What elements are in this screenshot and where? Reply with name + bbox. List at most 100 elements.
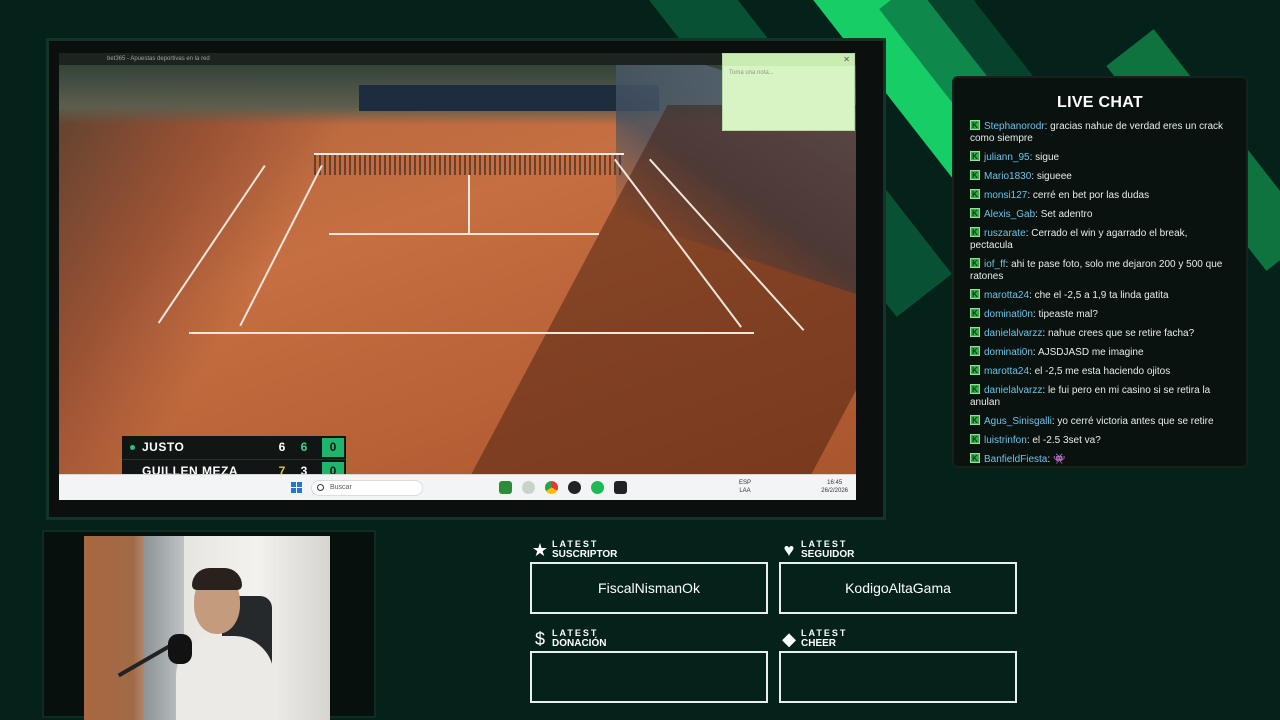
chat-username[interactable]: Mario1830 bbox=[984, 171, 1031, 182]
scoreboard: JUSTO 6 6 0 GUILLEN MEZA 7 3 0 bbox=[122, 436, 346, 474]
latest-value-box bbox=[779, 651, 1017, 703]
browser-tab-title[interactable]: bet365 - Apuestas deportivas en la red bbox=[107, 56, 210, 62]
sticky-note-header[interactable] bbox=[723, 54, 854, 66]
chat-text: tipeaste mal? bbox=[1038, 309, 1098, 320]
chat-username[interactable]: marotta24 bbox=[984, 366, 1029, 377]
chrome-icon[interactable] bbox=[545, 481, 558, 494]
chat-username[interactable]: Alexis_Gab bbox=[984, 209, 1035, 220]
kick-badge-icon bbox=[970, 365, 980, 377]
chat-message: marotta24: el -2,5 me esta haciendo ojit… bbox=[970, 365, 1232, 378]
chat-message: danielalvarzz: le fui pero en mi casino … bbox=[970, 384, 1232, 409]
chat-username[interactable]: ruszarate bbox=[984, 228, 1026, 239]
latest-label: SUSCRIPTOR bbox=[552, 549, 618, 560]
kick-badge-icon bbox=[970, 384, 980, 396]
kick-badge-icon bbox=[970, 120, 980, 132]
chat-username[interactable]: dominati0n bbox=[984, 309, 1033, 320]
app-green-icon[interactable] bbox=[499, 481, 512, 494]
clock-date: 26/2/2026 bbox=[821, 488, 848, 494]
windows-start-icon[interactable] bbox=[291, 482, 303, 494]
kick-badge-icon bbox=[970, 327, 980, 339]
sticky-note-input[interactable]: Toma una nota... bbox=[723, 66, 854, 80]
latest-donacion-widget: $ LATEST DONACIÓN bbox=[530, 629, 768, 703]
taskbar-clock[interactable]: 16:45 26/2/2026 bbox=[821, 479, 848, 495]
chat-text: yo cerré victoria antes que se retire bbox=[1057, 416, 1214, 427]
kick-badge-icon bbox=[970, 346, 980, 358]
chat-username[interactable]: Stephanorodr bbox=[984, 121, 1045, 132]
kick-badge-icon bbox=[970, 258, 980, 270]
scoreboard-row: JUSTO 6 6 0 bbox=[122, 436, 346, 459]
chat-username[interactable]: danielalvarzz bbox=[984, 385, 1042, 396]
scoreboard-row: GUILLEN MEZA 7 3 0 bbox=[122, 459, 346, 474]
kick-badge-icon bbox=[970, 434, 980, 446]
obs-icon[interactable] bbox=[568, 481, 581, 494]
chat-username[interactable]: luistrinfon bbox=[984, 435, 1027, 446]
center-service-line bbox=[468, 175, 470, 233]
streamer-hair bbox=[192, 568, 242, 590]
latest-word: LATEST bbox=[552, 539, 599, 549]
language-indicator[interactable]: ESP LAA bbox=[739, 479, 751, 495]
chat-text: sigue bbox=[1035, 152, 1060, 163]
chat-text: AJSDJASD me imagine bbox=[1037, 347, 1144, 358]
app-dark-icon[interactable] bbox=[614, 481, 627, 494]
close-icon[interactable]: ✕ bbox=[843, 55, 850, 64]
chat-username[interactable]: danielalvarzz bbox=[984, 328, 1042, 339]
search-icon bbox=[317, 484, 324, 491]
set2-score: 6 bbox=[300, 440, 308, 454]
latest-suscriptor-widget: ★ LATEST SUSCRIPTOR FiscalNismanOk bbox=[530, 540, 768, 614]
microphone bbox=[168, 634, 192, 664]
screen-capture-frame: bet365 - Apuestas deportivas en la red J… bbox=[46, 38, 886, 520]
chat-message: dominati0n: tipeaste mal? bbox=[970, 308, 1232, 321]
taskbar-search[interactable]: Buscar bbox=[311, 480, 423, 496]
chat-message: monsi127: cerré en bet por las dudas bbox=[970, 189, 1232, 202]
latest-label: SEGUIDOR bbox=[801, 549, 855, 560]
chat-message: dominati0n: AJSDJASD me imagine bbox=[970, 346, 1232, 359]
chat-message: BanfieldFiesta: 👾 bbox=[970, 453, 1232, 466]
court-surroundings bbox=[59, 65, 359, 474]
chat-message: marotta24: che el -2,5 a 1,9 ta linda ga… bbox=[970, 289, 1232, 302]
kick-badge-icon bbox=[970, 415, 980, 427]
kick-badge-icon bbox=[970, 151, 980, 163]
live-chat-panel: LIVE CHAT Stephanorodr: gracias nahue de… bbox=[952, 76, 1248, 468]
chat-message: Agus_Sinisgalli: yo cerré victoria antes… bbox=[970, 415, 1232, 428]
taskbar-search-label: Buscar bbox=[330, 484, 352, 491]
whatsapp-icon[interactable] bbox=[522, 481, 535, 494]
heart-icon: ♥ bbox=[783, 540, 795, 560]
baseline bbox=[189, 332, 754, 334]
latest-value-box bbox=[530, 651, 768, 703]
kick-badge-icon bbox=[970, 189, 980, 201]
latest-seguidor-widget: ♥ LATEST SEGUIDOR KodigoAltaGama bbox=[779, 540, 1017, 614]
spotify-icon[interactable] bbox=[591, 481, 604, 494]
latest-word: LATEST bbox=[552, 628, 599, 638]
serving-indicator bbox=[130, 445, 135, 450]
chat-username[interactable]: BanfieldFiesta bbox=[984, 454, 1047, 465]
sticky-note[interactable]: ✕ Toma una nota... bbox=[722, 53, 855, 131]
kick-badge-icon bbox=[970, 208, 980, 220]
chat-username[interactable]: juliann_95 bbox=[984, 152, 1030, 163]
chat-text: nahue crees que se retire facha? bbox=[1047, 328, 1195, 339]
chat-message: luistrinfon: el -2.5 3set va? bbox=[970, 434, 1232, 447]
latest-value-box: KodigoAltaGama bbox=[779, 562, 1017, 614]
dollar-icon: $ bbox=[534, 629, 545, 649]
webcam-frame bbox=[42, 530, 376, 720]
service-line bbox=[329, 233, 599, 235]
latest-word: LATEST bbox=[801, 628, 848, 638]
chat-username[interactable]: dominati0n bbox=[984, 347, 1033, 358]
live-chat-title: LIVE CHAT bbox=[1057, 94, 1143, 111]
language-code: ESP bbox=[739, 480, 752, 486]
chat-text: che el -2,5 a 1,9 ta linda gatita bbox=[1034, 290, 1169, 301]
set2-score: 3 bbox=[300, 464, 308, 474]
player-name: JUSTO bbox=[142, 440, 185, 454]
chat-text: cerré en bet por las dudas bbox=[1032, 190, 1150, 201]
set1-score: 6 bbox=[278, 440, 286, 454]
chat-username[interactable]: Agus_Sinisgalli bbox=[984, 416, 1052, 427]
latest-word: LATEST bbox=[801, 539, 848, 549]
chat-message: danielalvarzz: nahue crees que se retire… bbox=[970, 327, 1232, 340]
chat-username[interactable]: monsi127 bbox=[984, 190, 1027, 201]
kick-badge-icon bbox=[970, 453, 980, 465]
chat-username[interactable]: marotta24 bbox=[984, 290, 1029, 301]
chat-message-list[interactable]: Stephanorodr: gracias nahue de verdad er… bbox=[954, 120, 1246, 466]
sponsor-banner bbox=[359, 85, 659, 111]
windows-taskbar: Buscar ESP LAA 16:45 26/2/2026 bbox=[59, 474, 856, 500]
chat-username[interactable]: iof_ff bbox=[984, 259, 1006, 270]
game-points: 0 bbox=[322, 438, 344, 457]
